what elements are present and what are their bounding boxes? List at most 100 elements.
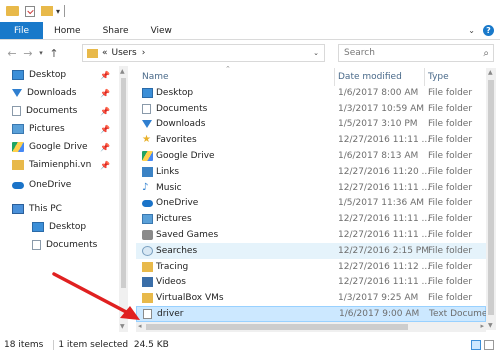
downloads-icon <box>142 120 152 129</box>
file-type: File folder <box>428 87 473 98</box>
file-type: Text Documen <box>429 309 494 320</box>
file-type: File folder <box>428 198 473 209</box>
new-folder-icon[interactable] <box>41 6 53 16</box>
help-icon[interactable]: ? <box>483 25 494 36</box>
file-row[interactable]: Pictures 12/27/2016 11:11 ... File folder <box>136 211 486 227</box>
expand-ribbon-icon[interactable]: ⌄ <box>468 26 475 35</box>
sidebar-item-google-drive[interactable]: Google Drive 📌 <box>0 138 128 156</box>
file-row[interactable]: VirtualBox VMs 1/3/2017 9:25 AM File folde… <box>136 290 486 306</box>
file-date: 12/27/2016 11:11 ... <box>338 135 431 146</box>
folder-icon <box>6 6 19 16</box>
properties-icon[interactable] <box>25 5 35 17</box>
file-name: Music <box>156 182 182 193</box>
customize-quick-access-icon[interactable]: ▾ <box>56 7 60 16</box>
file-explorer-window: ▾ File Home Share View ⌄ ? ← → ▾ ↑ « Use… <box>0 0 500 354</box>
large-icons-view-icon[interactable] <box>484 340 494 350</box>
sidebar-item-desktop[interactable]: Desktop 📌 <box>0 66 128 84</box>
tab-home[interactable]: Home <box>43 22 92 39</box>
search-placeholder: Search <box>344 48 375 58</box>
file-date: 1/6/2017 8:13 AM <box>338 151 419 162</box>
sidebar-item-label: Desktop <box>49 222 87 232</box>
pin-icon: 📌 <box>100 142 110 152</box>
column-header-name[interactable]: Name <box>142 68 169 86</box>
tab-file[interactable]: File <box>0 22 43 39</box>
ribbon-tabs: File Home Share View ⌄ ? <box>0 22 500 40</box>
sidebar-item-label: Taimienphi.vn <box>29 160 92 170</box>
search-icon[interactable]: ⌕ <box>483 48 489 59</box>
file-name: OneDrive <box>156 198 199 209</box>
sidebar-item-documents[interactable]: Documents 📌 <box>0 102 128 120</box>
address-prefix[interactable]: « <box>102 48 108 58</box>
scroll-thumb[interactable] <box>121 78 126 288</box>
sort-ascending-icon: ⌃ <box>225 65 231 73</box>
search-input[interactable]: Search ⌕ <box>338 44 494 62</box>
sidebar-item-downloads[interactable]: Downloads 📌 <box>0 84 128 102</box>
file-row[interactable]: OneDrive 1/5/2017 11:36 AM File folder <box>136 196 486 212</box>
pin-icon: 📌 <box>100 70 110 80</box>
file-list-vertical-scrollbar[interactable]: ▲ ▼ <box>486 68 496 330</box>
star-icon: ★ <box>142 134 151 146</box>
scroll-up-icon[interactable]: ▲ <box>488 69 493 76</box>
sidebar-item-label: Pictures <box>29 124 65 134</box>
file-date: 1/5/2017 3:10 PM <box>338 119 418 130</box>
sidebar-item-label: Documents <box>26 106 78 116</box>
file-name: Links <box>156 166 180 177</box>
tab-view[interactable]: View <box>140 22 183 39</box>
sidebar-item-documents[interactable]: Documents <box>0 236 128 254</box>
pin-icon: 📌 <box>100 160 110 170</box>
item-count: 18 items <box>4 340 44 350</box>
file-row[interactable]: Documents 1/3/2017 10:59 AM File folder <box>136 101 486 117</box>
file-date: 12/27/2016 11:11 ... <box>338 214 431 225</box>
column-header-date[interactable]: Date modified <box>338 68 402 86</box>
sidebar-item-taimienphi-vn[interactable]: Taimienphi.vn 📌 <box>0 156 128 174</box>
file-row[interactable]: Desktop 1/6/2017 8:00 AM File folder <box>136 85 486 101</box>
sidebar-item-pictures[interactable]: Pictures 📌 <box>0 120 128 138</box>
tab-share[interactable]: Share <box>92 22 140 39</box>
scroll-thumb[interactable] <box>146 324 408 330</box>
file-row[interactable]: Saved Games 12/27/2016 11:11 ... File fold… <box>136 227 486 243</box>
file-row[interactable]: ★ Favorites 12/27/2016 11:11 ... File folde… <box>136 132 486 148</box>
sidebar-item-this-pc[interactable]: This PC <box>0 200 128 218</box>
column-header-type[interactable]: Type <box>428 68 449 86</box>
scroll-down-icon[interactable]: ▼ <box>488 322 493 329</box>
file-date: 12/27/2016 11:20 ... <box>338 166 431 177</box>
sidebar-item-label: Documents <box>46 240 98 250</box>
sidebar-item-desktop[interactable]: Desktop <box>0 218 128 236</box>
divider <box>64 5 66 17</box>
details-view-icon[interactable] <box>471 340 481 350</box>
google-drive-icon <box>12 142 24 152</box>
pin-icon: 📌 <box>100 88 110 98</box>
file-date: 12/27/2016 11:12 ... <box>338 261 431 272</box>
breadcrumb-users[interactable]: Users <box>112 48 137 58</box>
recent-locations-icon[interactable]: ▾ <box>36 49 46 57</box>
pictures-icon <box>12 124 24 134</box>
up-icon[interactable]: ↑ <box>46 47 62 60</box>
file-name: driver <box>157 309 184 320</box>
file-row[interactable]: Searches 12/27/2016 2:15 PM File folder <box>136 243 486 259</box>
address-dropdown-icon[interactable]: ⌄ <box>308 49 324 57</box>
file-row[interactable]: Links 12/27/2016 11:20 ... File folder <box>136 164 486 180</box>
breadcrumb-arrow[interactable]: › <box>142 48 146 58</box>
file-list-horizontal-scrollbar[interactable]: ◂ ▸ <box>136 322 486 332</box>
scroll-right-icon[interactable]: ▸ <box>480 322 484 330</box>
searches-icon <box>142 245 153 256</box>
documents-icon <box>12 106 21 116</box>
sidebar-item-onedrive[interactable]: OneDrive <box>0 176 128 194</box>
back-icon[interactable]: ← <box>4 47 20 60</box>
file-row[interactable]: ♪ Music 12/27/2016 11:11 ... File folder <box>136 180 486 196</box>
file-name: Favorites <box>156 135 197 146</box>
desktop-icon <box>32 222 44 232</box>
file-row[interactable]: Downloads 1/5/2017 3:10 PM File folder <box>136 117 486 133</box>
google-drive-icon <box>142 151 153 162</box>
file-row[interactable]: driver 1/6/2017 9:00 AM Text Documen <box>136 306 493 322</box>
file-name: Saved Games <box>156 230 219 241</box>
file-type: File folder <box>428 277 473 288</box>
scroll-up-icon[interactable]: ▲ <box>120 68 125 75</box>
scroll-thumb[interactable] <box>488 80 494 315</box>
file-row[interactable]: Tracing 12/27/2016 11:12 ... File folder <box>136 259 486 275</box>
address-field[interactable]: « Users › ⌄ <box>82 44 325 62</box>
forward-icon[interactable]: → <box>20 47 36 60</box>
file-type: File folder <box>428 103 473 114</box>
file-row[interactable]: Videos 12/27/2016 11:11 ... File folder <box>136 275 486 291</box>
file-row[interactable]: Google Drive 1/6/2017 8:13 AM File folder <box>136 148 486 164</box>
